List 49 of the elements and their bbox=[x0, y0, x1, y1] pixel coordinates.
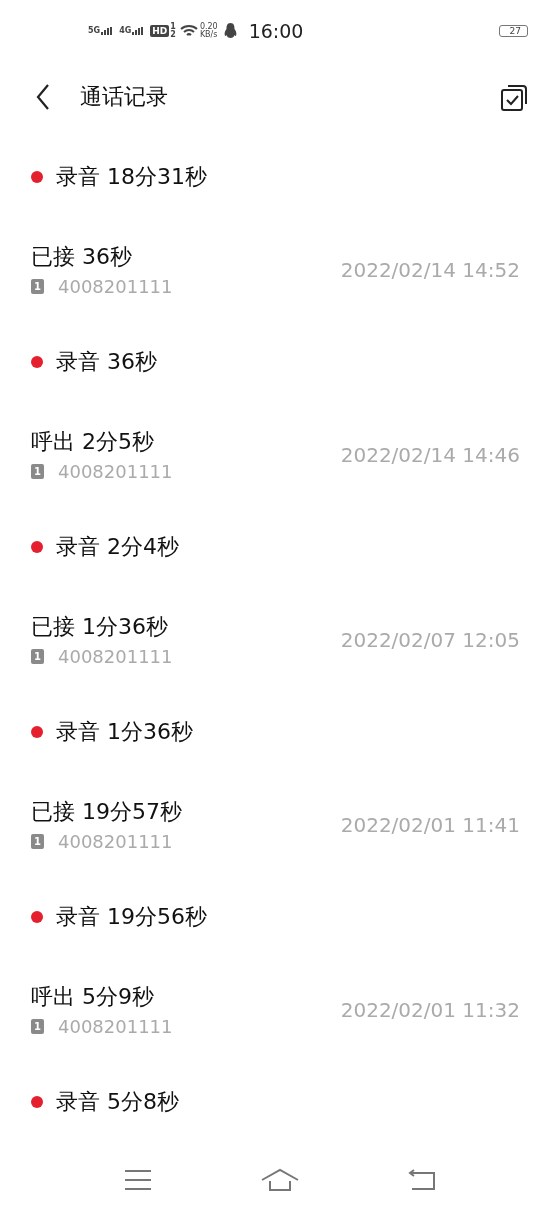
status-time: 16:00 bbox=[248, 20, 304, 42]
phone-number: 4008201111 bbox=[58, 646, 173, 668]
phone-number: 4008201111 bbox=[58, 1016, 173, 1038]
sim-icon: 1 bbox=[31, 1019, 44, 1035]
wifi-icon bbox=[179, 24, 198, 38]
recording-label[interactable]: 录音 19分56秒 bbox=[56, 902, 207, 933]
sim-icon: 1 bbox=[31, 279, 44, 295]
call-time: 2022/02/07 12:05 bbox=[340, 627, 520, 652]
signal-icon bbox=[101, 27, 114, 35]
penguin-icon bbox=[223, 23, 237, 39]
speed-value: 0.20 bbox=[199, 23, 218, 31]
call-label[interactable]: 呼出 5分9秒 bbox=[31, 982, 173, 1013]
menu-icon[interactable] bbox=[124, 1168, 153, 1191]
home-icon[interactable] bbox=[261, 1167, 299, 1192]
call-label[interactable]: 呼出 2分5秒 bbox=[31, 427, 173, 458]
phone-number: 4008201111 bbox=[58, 276, 173, 298]
call-time: 2022/02/01 11:41 bbox=[340, 812, 520, 837]
hd-badge: HD bbox=[150, 25, 170, 37]
recording-label[interactable]: 录音 36秒 bbox=[56, 347, 157, 378]
back-icon[interactable] bbox=[36, 83, 50, 110]
call-label[interactable]: 已接 36秒 bbox=[31, 242, 173, 273]
phone-number: 4008201111 bbox=[58, 831, 173, 853]
recording-label[interactable]: 录音 2分4秒 bbox=[56, 532, 179, 563]
sim-icon: 1 bbox=[31, 834, 44, 850]
call-label[interactable]: 已接 1分36秒 bbox=[31, 612, 173, 643]
call-label[interactable]: 已接 19分57秒 bbox=[31, 797, 182, 828]
recording-dot bbox=[31, 171, 43, 184]
sim-icon: 1 bbox=[31, 464, 44, 480]
phone-number: 4008201111 bbox=[58, 461, 173, 483]
recording-dot bbox=[31, 726, 43, 739]
sim-icon: 1 bbox=[31, 649, 44, 665]
recording-dot bbox=[31, 541, 43, 554]
recording-label[interactable]: 录音 1分36秒 bbox=[56, 717, 193, 748]
signal-icon bbox=[132, 27, 145, 35]
page-title: 通话记录 bbox=[80, 82, 168, 111]
recording-dot bbox=[31, 356, 43, 369]
sim-slot-label: 1 bbox=[170, 23, 176, 31]
sim-slot-label: 2 bbox=[170, 31, 176, 39]
call-time: 2022/02/14 14:52 bbox=[340, 257, 520, 282]
recording-dot bbox=[31, 911, 43, 924]
call-time: 2022/02/01 11:32 bbox=[340, 997, 520, 1022]
network-label: 4G bbox=[119, 27, 132, 35]
recording-dot bbox=[31, 1096, 43, 1109]
network-label: 5G bbox=[88, 27, 101, 35]
speed-unit: KB/s bbox=[199, 31, 218, 39]
recording-label[interactable]: 录音 5分8秒 bbox=[56, 1087, 179, 1118]
battery-indicator: 27 bbox=[498, 25, 528, 37]
call-time: 2022/02/14 14:46 bbox=[340, 442, 520, 467]
recording-label[interactable]: 录音 18分31秒 bbox=[56, 162, 207, 193]
